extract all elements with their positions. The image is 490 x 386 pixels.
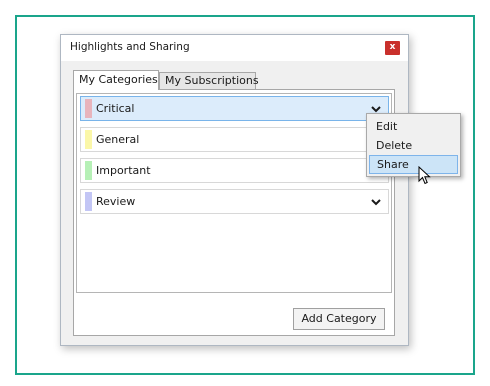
category-row-critical[interactable]: Critical xyxy=(80,96,389,121)
close-button[interactable]: x xyxy=(385,41,400,55)
category-row-important[interactable]: Important xyxy=(80,158,389,183)
menu-item-edit[interactable]: Edit xyxy=(369,117,458,136)
add-category-button[interactable]: Add Category xyxy=(293,308,385,330)
category-row-review[interactable]: Review xyxy=(80,189,389,214)
highlights-sharing-dialog: Highlights and Sharing x My Categories M… xyxy=(60,34,409,346)
menu-item-share[interactable]: Share xyxy=(369,155,458,174)
category-context-menu: Edit Delete Share xyxy=(366,113,461,177)
color-swatch xyxy=(85,192,92,211)
category-label: Review xyxy=(96,195,136,208)
tab-my-categories[interactable]: My Categories xyxy=(73,70,159,90)
category-label: General xyxy=(96,133,140,146)
category-label: Critical xyxy=(96,102,135,115)
mouse-pointer-icon xyxy=(418,166,431,185)
color-swatch xyxy=(85,99,92,118)
color-swatch xyxy=(85,161,92,180)
dialog-title: Highlights and Sharing xyxy=(70,41,190,53)
chevron-down-icon[interactable] xyxy=(370,196,382,208)
color-swatch xyxy=(85,130,92,149)
categories-panel: Critical General Important Review Add Ca… xyxy=(73,89,395,336)
tab-my-subscriptions[interactable]: My Subscriptions xyxy=(159,72,259,90)
category-label: Important xyxy=(96,164,151,177)
category-list: Critical General Important Review xyxy=(76,93,392,293)
dialog-titlebar: Highlights and Sharing x xyxy=(61,35,408,61)
category-row-general[interactable]: General xyxy=(80,127,389,152)
menu-item-delete[interactable]: Delete xyxy=(369,136,458,155)
close-icon: x xyxy=(389,42,396,52)
